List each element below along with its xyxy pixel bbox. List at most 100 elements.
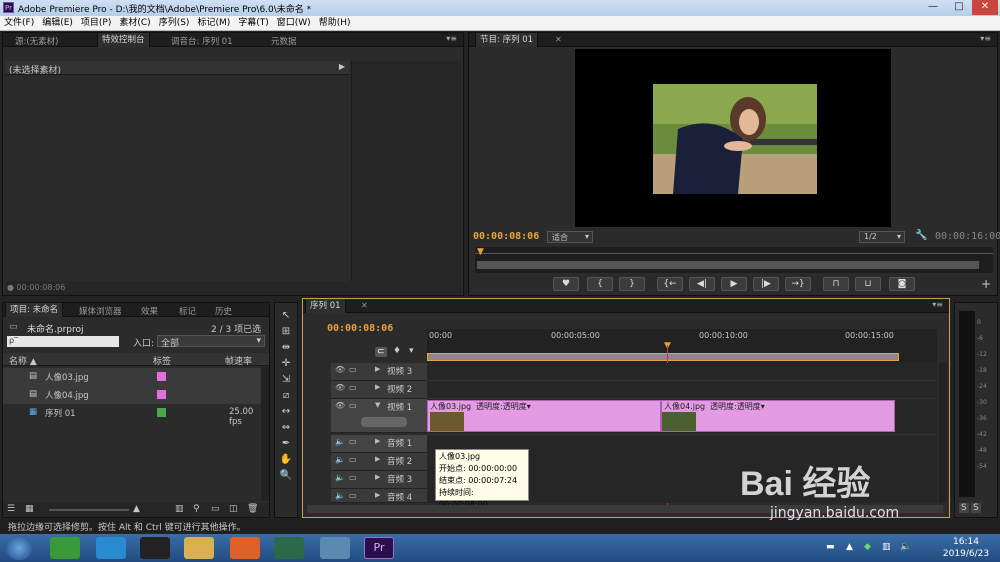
menu-edit[interactable]: 编辑(E) bbox=[38, 16, 77, 30]
hand-tool-icon[interactable]: ✋ bbox=[277, 453, 295, 467]
video-clip[interactable]: 人像03.jpg 透明度:透明度▾ bbox=[427, 400, 661, 432]
list-view-icon[interactable]: ☰ bbox=[7, 504, 15, 514]
in-select[interactable]: 全部 ▾ bbox=[157, 335, 265, 349]
track-header-video3[interactable]: 👁 ▭ ▶ 视频 3 bbox=[331, 363, 427, 381]
export-frame-button[interactable]: ◙ bbox=[889, 277, 915, 291]
col-fps-header[interactable]: 帧速率 bbox=[225, 354, 252, 367]
add-marker-icon[interactable]: ♦ bbox=[393, 346, 401, 356]
project-item[interactable]: ▤ 人像03.jpg bbox=[3, 368, 265, 386]
lock-icon[interactable]: ▭ bbox=[349, 437, 357, 446]
track-header-audio2[interactable]: 🔈 ▭ ▶ 音频 2 bbox=[331, 453, 427, 471]
tab-program[interactable]: 节目: 序列 01 bbox=[475, 33, 539, 47]
new-bin-icon[interactable]: ▭ bbox=[211, 504, 220, 514]
marker-button[interactable]: ♥ bbox=[553, 277, 579, 291]
eye-icon[interactable]: 👁 bbox=[335, 383, 345, 392]
track-header-audio1[interactable]: 🔈 ▭ ▶ 音频 1 bbox=[331, 435, 427, 453]
track-header-audio3[interactable]: 🔈 ▭ ▶ 音频 3 bbox=[331, 471, 427, 489]
close-button[interactable]: ✕ bbox=[972, 0, 998, 15]
zoom-mountain-icon[interactable]: ▲ bbox=[133, 504, 140, 514]
program-timecode[interactable]: 00:00:08:06 bbox=[473, 231, 539, 242]
menu-clip[interactable]: 素材(C) bbox=[115, 16, 154, 30]
col-name-header[interactable]: 名称 ▲ bbox=[9, 354, 37, 367]
delete-icon[interactable]: 🗑 bbox=[247, 504, 258, 514]
expand-icon[interactable]: ▶ bbox=[375, 365, 380, 373]
go-to-in-button[interactable]: {← bbox=[657, 277, 683, 291]
resolution-select[interactable]: 1/2 ▾ bbox=[859, 231, 905, 243]
lift-button[interactable]: ⊓ bbox=[823, 277, 849, 291]
taskbar-firefox-icon[interactable] bbox=[230, 537, 260, 559]
lock-icon[interactable]: ▭ bbox=[349, 491, 357, 500]
find-icon[interactable]: ⚲ bbox=[193, 504, 200, 514]
program-scrubber[interactable]: ▼ bbox=[475, 247, 993, 273]
taskbar-premiere-icon[interactable]: Pr bbox=[364, 537, 394, 559]
taskbar-explorer-icon[interactable] bbox=[184, 537, 214, 559]
tab-project[interactable]: 项目: 未命名 bbox=[5, 303, 64, 317]
track-header-video2[interactable]: 👁 ▭ ▶ 视频 2 bbox=[331, 381, 427, 399]
expand-icon[interactable]: ▶ bbox=[375, 383, 380, 391]
expand-arrow-icon[interactable]: ▶ bbox=[339, 62, 345, 71]
timeline-timecode[interactable]: 00:00:08:06 bbox=[327, 323, 393, 334]
ripple-edit-tool-icon[interactable]: ⇹ bbox=[277, 341, 295, 355]
lock-icon[interactable]: ▭ bbox=[349, 473, 357, 482]
extract-button[interactable]: ⊔ bbox=[855, 277, 881, 291]
playhead-icon[interactable]: ▼ bbox=[477, 247, 484, 257]
play-button[interactable]: ▶ bbox=[721, 277, 747, 291]
rate-stretch-tool-icon[interactable]: ⇲ bbox=[277, 373, 295, 387]
tab-markers[interactable]: 标记 bbox=[179, 305, 196, 317]
eye-icon[interactable]: 👁 bbox=[335, 401, 345, 410]
menu-window[interactable]: 窗口(W) bbox=[273, 16, 315, 30]
lock-icon[interactable]: ▭ bbox=[349, 401, 357, 410]
track-header-video1[interactable]: 👁 ▭ ▼ 视频 1 bbox=[331, 399, 427, 433]
track-select-tool-icon[interactable]: ⊞ bbox=[277, 325, 295, 339]
col-label-header[interactable]: 标签 bbox=[153, 354, 171, 367]
tab-effect-controls[interactable]: 特效控制台 bbox=[97, 33, 150, 47]
taskbar-app-icon[interactable] bbox=[50, 537, 80, 559]
tray-clock[interactable]: 16:14 2019/6/23 bbox=[938, 536, 994, 560]
tray-network-icon[interactable]: ▥ bbox=[882, 542, 891, 552]
zoom-bar[interactable] bbox=[477, 261, 979, 269]
lock-icon[interactable]: ▭ bbox=[349, 383, 357, 392]
taskbar-qq-icon[interactable] bbox=[140, 537, 170, 559]
slide-tool-icon[interactable]: ⇔ bbox=[277, 421, 295, 435]
icon-view-icon[interactable]: ▦ bbox=[25, 504, 34, 514]
tab-audio-mixer[interactable]: 调音台: 序列 01 bbox=[171, 35, 233, 47]
solo-right-button[interactable]: S bbox=[971, 503, 981, 513]
time-ruler[interactable]: 00:00 00:00:05:00 00:00:10:00 00:00:15:0… bbox=[427, 329, 937, 365]
project-item[interactable]: ▦ 序列 01 25.00 fps bbox=[3, 404, 265, 427]
tab-history[interactable]: 历史 bbox=[215, 305, 232, 317]
speaker-icon[interactable]: 🔈 bbox=[335, 455, 345, 464]
close-tab-icon[interactable]: ✕ bbox=[361, 301, 368, 310]
expand-icon[interactable]: ▶ bbox=[375, 473, 380, 481]
lock-icon[interactable]: ▭ bbox=[349, 455, 357, 464]
tab-source[interactable]: 源:(无素材) bbox=[15, 35, 59, 47]
work-area-bar[interactable] bbox=[427, 353, 899, 361]
maximize-button[interactable]: □ bbox=[946, 0, 972, 15]
track-header-audio4[interactable]: 🔈 ▭ ▶ 音频 4 bbox=[331, 489, 427, 503]
snap-icon[interactable]: ⊂ bbox=[375, 347, 387, 357]
tab-sequence[interactable]: 序列 01 bbox=[305, 299, 346, 313]
search-input[interactable]: ρ‾ bbox=[7, 336, 119, 347]
zoom-tool-icon[interactable]: 🔍 bbox=[277, 469, 295, 483]
expand-icon[interactable]: ▶ bbox=[375, 437, 380, 445]
razor-tool-icon[interactable]: ⧄ bbox=[277, 389, 295, 403]
zoom-slider[interactable] bbox=[49, 509, 129, 511]
tray-volume-icon[interactable]: 🔈 bbox=[900, 542, 911, 552]
step-forward-button[interactable]: |▶ bbox=[753, 277, 779, 291]
menu-help[interactable]: 帮助(H) bbox=[315, 16, 355, 30]
speaker-icon[interactable]: 🔈 bbox=[335, 473, 345, 482]
solo-left-button[interactable]: S bbox=[959, 503, 969, 513]
tab-effects[interactable]: 效果 bbox=[141, 305, 158, 317]
taskbar-ie-icon[interactable] bbox=[96, 537, 126, 559]
menu-project[interactable]: 项目(P) bbox=[77, 16, 115, 30]
eye-icon[interactable]: 👁 bbox=[335, 365, 345, 374]
step-back-button[interactable]: ◀| bbox=[689, 277, 715, 291]
pen-tool-icon[interactable]: ✒ bbox=[277, 437, 295, 451]
project-item[interactable]: ▤ 人像04.jpg bbox=[3, 386, 265, 404]
marker-icon[interactable]: ▾ bbox=[409, 346, 414, 356]
menu-marker[interactable]: 标记(M) bbox=[193, 16, 234, 30]
speaker-icon[interactable]: 🔈 bbox=[335, 437, 345, 446]
rolling-edit-tool-icon[interactable]: ✛ bbox=[277, 357, 295, 371]
taskbar-app2-icon[interactable] bbox=[274, 537, 304, 559]
selection-tool-icon[interactable]: ↖ bbox=[277, 309, 295, 323]
lock-icon[interactable]: ▭ bbox=[349, 365, 357, 374]
